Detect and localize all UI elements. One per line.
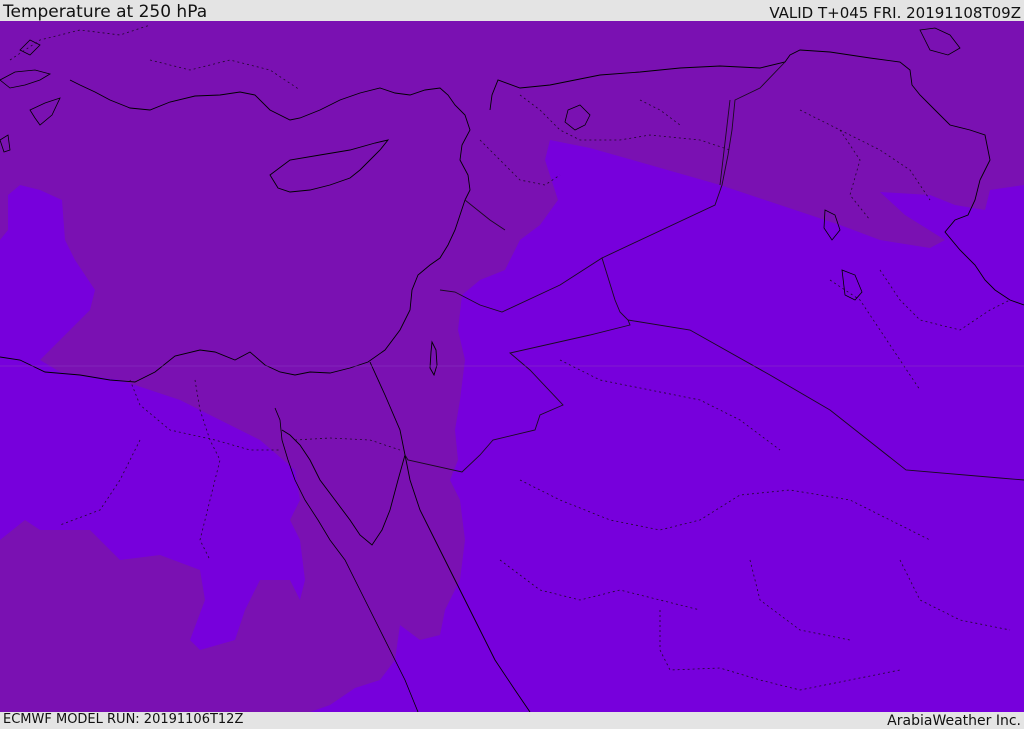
footer-bar: ECMWF MODEL RUN: 20191106T12Z ArabiaWeat…	[0, 712, 1024, 729]
credit-label: ArabiaWeather Inc.	[887, 713, 1021, 729]
model-run-label: ECMWF MODEL RUN: 20191106T12Z	[3, 712, 244, 727]
map-canvas	[0, 21, 1024, 712]
header-bar: Temperature at 250 hPa VALID T+045 FRI. …	[0, 0, 1024, 22]
map-title: Temperature at 250 hPa	[3, 2, 208, 22]
weather-map[interactable]	[0, 21, 1024, 712]
valid-time-label: VALID T+045 FRI. 20191108T09Z	[769, 4, 1021, 22]
